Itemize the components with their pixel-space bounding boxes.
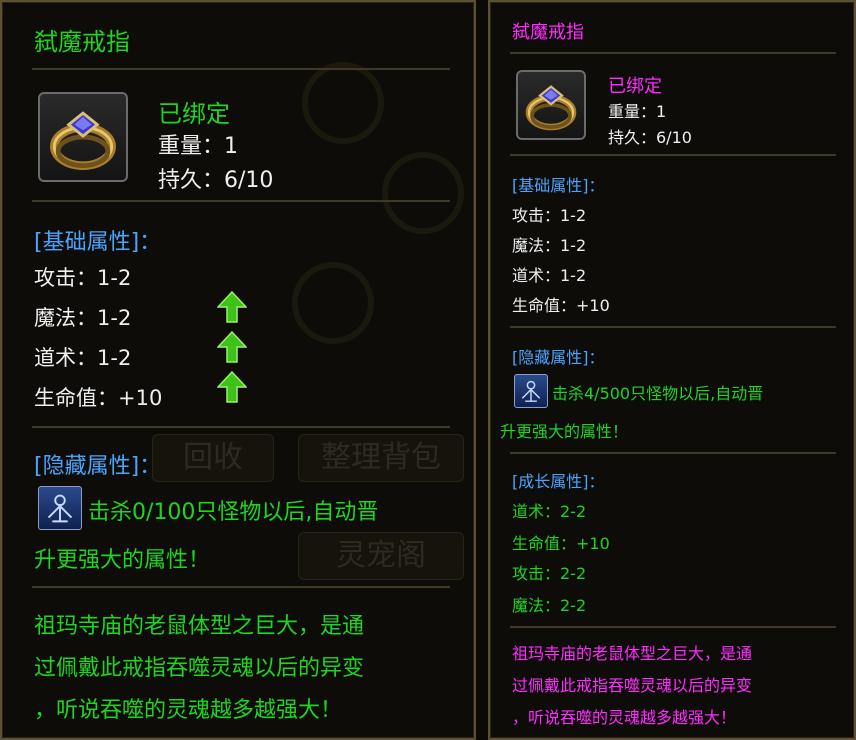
item-tooltip-left: 回收 整理背包 灵宠阁 弑魔戒指 已绑定 重量：1 持久：6/10 [基础属性]…: [0, 0, 476, 740]
item-slot: [516, 70, 586, 140]
bound-status: 已绑定: [158, 100, 230, 128]
stat-magic: 魔法：1-2: [34, 306, 132, 330]
divider: [510, 326, 836, 328]
growth-stat-hp: 生命值：+10: [512, 534, 610, 553]
base-attributes-header: [基础属性]：: [34, 230, 162, 255]
stat-hp: 生命值：+10: [34, 386, 163, 410]
divider: [32, 68, 450, 70]
background-sort-bag-button: 整理背包: [298, 434, 464, 482]
bound-status: 已绑定: [608, 76, 662, 97]
hidden-attribute-text-line1: 击杀0/100只怪物以后,自动晋: [88, 500, 379, 525]
item-slot: [38, 92, 128, 182]
green-up-arrow-icon: [217, 290, 247, 323]
gold-ring-with-sapphire-icon: [50, 111, 116, 170]
stat-attack: 攻击：1-2: [512, 206, 587, 225]
description-line3: ，听说吞噬的灵魂越多越强大！: [512, 708, 737, 727]
background-pet-pavilion-button: 灵宠阁: [298, 532, 464, 580]
divider: [510, 452, 836, 454]
background-ring-decoration: [302, 62, 384, 144]
stat-taoism: 道术：1-2: [512, 266, 587, 285]
base-attributes-header: [基础属性]：: [512, 176, 605, 195]
description-line2: 过佩戴此戒指吞噬灵魂以后的异变: [34, 656, 365, 681]
description-line2: 过佩戴此戒指吞噬灵魂以后的异变: [512, 676, 753, 695]
hidden-attribute-text-line1: 击杀4/500只怪物以后,自动晋: [552, 384, 764, 403]
divider: [32, 586, 450, 588]
durability-text: 持久：6/10: [608, 128, 692, 147]
item-tooltip-right: 弑魔戒指 已绑定 重量：1 持久：6/10 [基础属性]： 攻击：1-2 魔法：…: [488, 0, 856, 740]
background-ring-decoration: [382, 152, 464, 234]
stat-hp: 生命值：+10: [512, 296, 610, 315]
weight-text: 重量：1: [608, 102, 667, 121]
hidden-attribute-text-line2: 升更强大的属性！: [34, 548, 211, 573]
green-up-arrow-icon: [217, 370, 247, 403]
blue-rune-icon: [38, 486, 82, 530]
blue-rune-icon: [514, 374, 548, 408]
gold-ring-with-sapphire-icon: [525, 85, 577, 131]
stat-taoism: 道术：1-2: [34, 346, 132, 370]
green-up-arrow-icon: [217, 330, 247, 363]
growth-stat-magic: 魔法：2-2: [512, 596, 587, 615]
divider: [510, 626, 836, 628]
growth-stat-taoism: 道术：2-2: [512, 502, 587, 521]
stat-attack: 攻击：1-2: [34, 266, 132, 290]
hidden-attributes-header: [隐藏属性]：: [34, 454, 162, 479]
item-title: 弑魔戒指: [34, 28, 130, 56]
divider: [510, 154, 836, 156]
growth-attributes-header: [成长属性]：: [512, 472, 605, 491]
divider: [510, 52, 836, 54]
item-title: 弑魔戒指: [512, 22, 584, 43]
hidden-attribute-text-line2: 升更强大的属性！: [500, 422, 629, 441]
hidden-attributes-header: [隐藏属性]：: [512, 348, 605, 367]
background-recycle-button: 回收: [152, 434, 274, 482]
growth-stat-attack: 攻击：2-2: [512, 564, 587, 583]
divider: [32, 200, 450, 202]
divider: [32, 426, 450, 428]
background-ring-decoration: [292, 262, 374, 344]
durability-text: 持久：6/10: [158, 168, 274, 193]
weight-text: 重量：1: [158, 134, 238, 159]
stat-magic: 魔法：1-2: [512, 236, 587, 255]
description-line1: 祖玛寺庙的老鼠体型之巨大，是通: [512, 644, 753, 663]
description-line1: 祖玛寺庙的老鼠体型之巨大，是通: [34, 614, 365, 639]
description-line3: ，听说吞噬的灵魂越多越强大！: [34, 698, 343, 723]
